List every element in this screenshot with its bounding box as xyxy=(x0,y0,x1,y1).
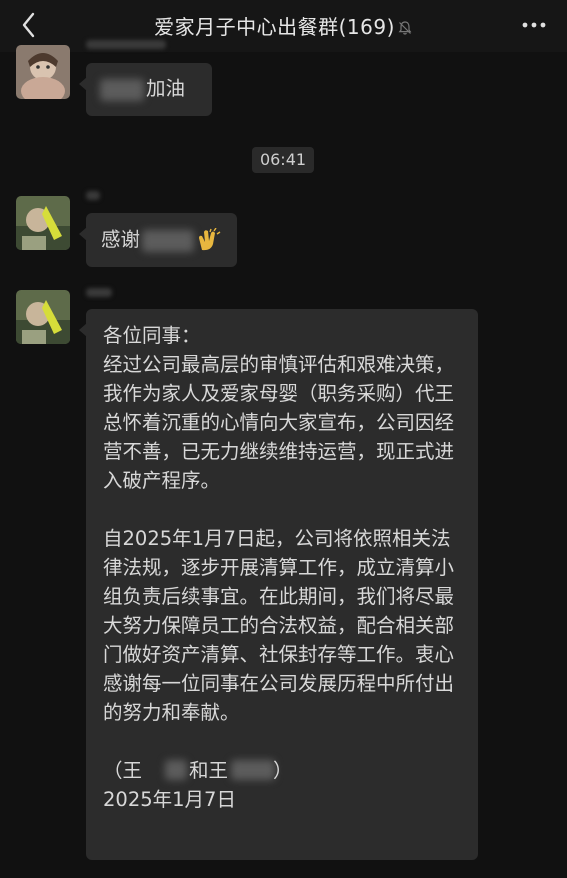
message-bubble[interactable]: 加油 xyxy=(79,63,212,116)
announcement-date: 2025年1月7日 xyxy=(103,788,236,811)
sender-name-blurred xyxy=(86,288,112,297)
avatar-image xyxy=(16,196,70,250)
redacted-text xyxy=(100,79,144,101)
message-text: 感谢 xyxy=(101,228,141,251)
message-bubble[interactable]: 各位同事： 经过公司最高层的审慎评估和艰难决策，我作为家人及爱家母婴（职务采购）… xyxy=(79,309,478,860)
signature-middle: 和王 xyxy=(189,759,229,782)
group-name: 爱家月子中心出餐群(169) xyxy=(154,15,395,39)
timestamp: 06:41 xyxy=(252,147,314,173)
avatar[interactable] xyxy=(16,290,70,344)
avatar[interactable] xyxy=(16,196,70,250)
message-bubble[interactable]: 感谢 xyxy=(79,213,237,267)
avatar[interactable] xyxy=(16,45,70,99)
signature-close: ） xyxy=(273,759,293,782)
avatar-image xyxy=(16,45,70,99)
sender-name-blurred xyxy=(86,40,166,49)
more-dots-icon xyxy=(522,22,546,28)
mute-bell-icon xyxy=(397,17,413,41)
redacted-name xyxy=(165,760,187,780)
signature-open: （王 xyxy=(103,759,143,782)
redacted-name xyxy=(231,760,275,780)
announcement-paragraph-1: 经过公司最高层的审慎评估和艰难决策，我作为家人及爱家母婴（职务采购）代王总怀着沉… xyxy=(103,353,455,492)
clap-hands-emoji xyxy=(196,227,222,256)
announcement-paragraph-2: 自2025年1月7日起，公司将依照相关法律法规，逐步开展清算工作，成立清算小组负… xyxy=(103,527,455,724)
avatar-image xyxy=(16,290,70,344)
redacted-text xyxy=(142,230,194,252)
announcement-greeting: 各位同事： xyxy=(103,324,201,347)
announcement-signature: （王 和王 ） xyxy=(103,756,465,785)
more-options-button[interactable] xyxy=(521,14,547,36)
message-text: 加油 xyxy=(146,77,186,100)
sender-name-blurred xyxy=(86,191,100,200)
chat-title: 爱家月子中心出餐群(169) xyxy=(0,11,567,41)
